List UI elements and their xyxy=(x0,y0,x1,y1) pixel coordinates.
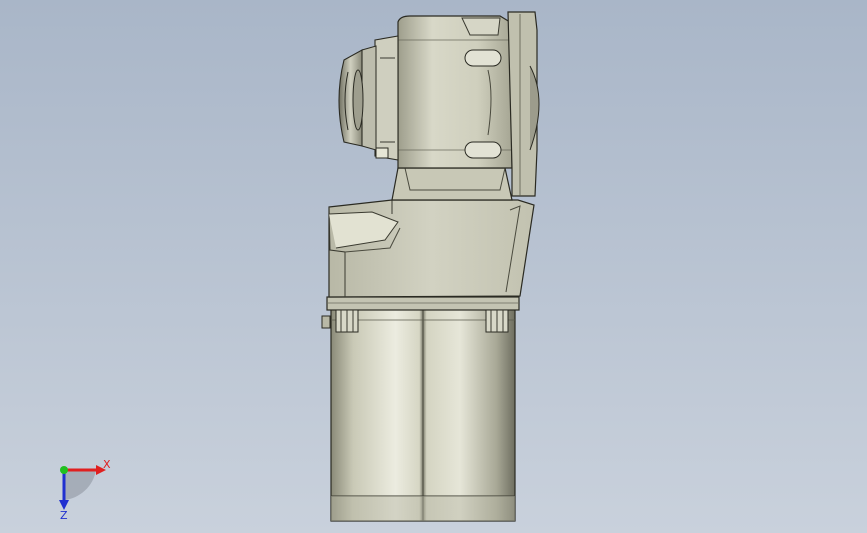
gear-housing[interactable] xyxy=(397,15,513,169)
cad-viewport[interactable]: X Z xyxy=(0,0,867,533)
housing-end-cap xyxy=(507,11,540,197)
y-axis-dot xyxy=(60,466,68,474)
flange-bolt-left xyxy=(321,309,359,333)
motor-cylinder[interactable] xyxy=(330,306,516,522)
output-hub[interactable] xyxy=(338,35,399,161)
z-axis-label: Z xyxy=(60,509,68,522)
x-axis-label: X xyxy=(103,458,111,471)
housing-neck xyxy=(391,167,513,201)
motor-flange xyxy=(326,296,520,311)
gearbox-body[interactable] xyxy=(328,199,535,298)
view-orientation-triad[interactable]: X Z xyxy=(59,458,111,522)
flange-bolt-right xyxy=(485,309,509,333)
gear-motor-model[interactable]: X Z xyxy=(0,0,867,533)
